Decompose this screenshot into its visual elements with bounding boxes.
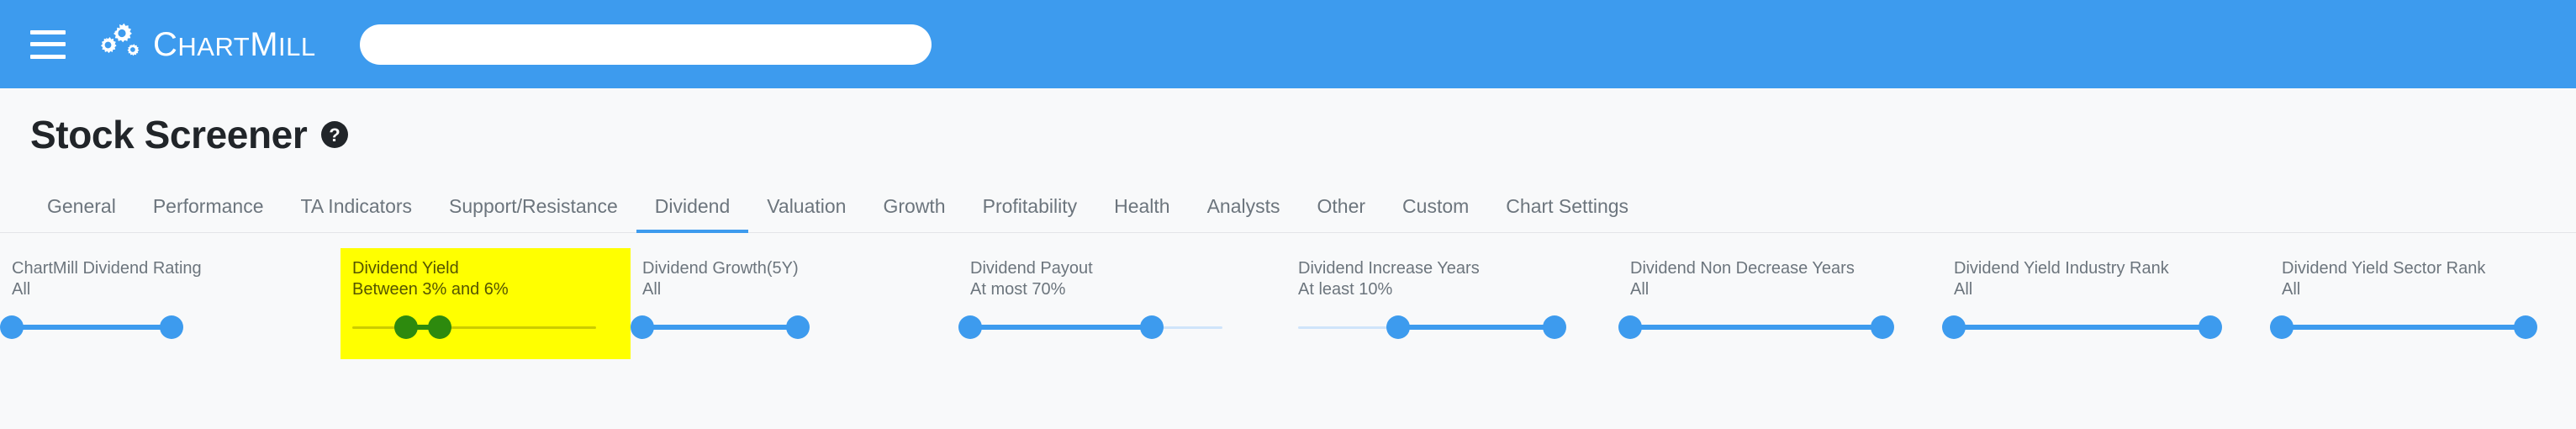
filter-value: All: [2282, 279, 2536, 300]
filter-value: At most 70%: [970, 279, 1275, 300]
slider-selected-range: [12, 325, 172, 330]
search-input[interactable]: [360, 24, 932, 65]
slider-track[interactable]: [352, 326, 596, 329]
slider-handle-max[interactable]: [1871, 315, 1894, 339]
slider-handle-max[interactable]: [160, 315, 183, 339]
slider-handle-max[interactable]: [1140, 315, 1164, 339]
slider-handle-max[interactable]: [1543, 315, 1566, 339]
tab-valuation[interactable]: Valuation: [748, 197, 864, 233]
slider-selected-range: [2282, 325, 2526, 330]
tab-growth[interactable]: Growth: [864, 197, 963, 233]
filter-slider-row: ChartMill Dividend RatingAllDividend Yie…: [0, 233, 2576, 359]
slider-selected-range: [970, 325, 1152, 330]
brand-name: CHARTMILL: [153, 28, 316, 61]
filter-dividend-yield-industry-rank[interactable]: Dividend Yield Industry RankAll: [1942, 248, 2270, 359]
slider-handle-min[interactable]: [0, 315, 24, 339]
slider-handle-min[interactable]: [1618, 315, 1642, 339]
hamburger-bar: [30, 55, 66, 59]
filter-dividend-payout[interactable]: Dividend PayoutAt most 70%: [958, 248, 1286, 359]
slider-selected-range: [1954, 325, 2210, 330]
slider-handle-max[interactable]: [786, 315, 810, 339]
range-slider-dividend-yield-industry-rank[interactable]: [1954, 310, 2210, 344]
slider-selected-range: [642, 325, 798, 330]
brand-c: C: [153, 26, 177, 63]
filter-dividend-non-decrease-years[interactable]: Dividend Non Decrease YearsAll: [1618, 248, 1942, 359]
filter-value: All: [1954, 279, 2258, 300]
range-slider-dividend-non-decrease-years[interactable]: [1630, 310, 1882, 344]
tab-dividend[interactable]: Dividend: [636, 197, 749, 233]
filter-value: Between 3% and 6%: [352, 279, 619, 300]
svg-text:?: ?: [330, 124, 340, 146]
slider-handle-min[interactable]: [1386, 315, 1410, 339]
gears-icon: [94, 21, 148, 68]
filter-chartmill-dividend-rating[interactable]: ChartMill Dividend RatingAll: [0, 248, 340, 359]
filter-value: At least 10%: [1298, 279, 1607, 300]
range-slider-dividend-increase-years[interactable]: [1298, 310, 1555, 344]
tab-ta-indicators[interactable]: TA Indicators: [282, 197, 431, 233]
tab-other[interactable]: Other: [1299, 197, 1385, 233]
app-header: CHARTMILL: [0, 0, 2576, 88]
slider-handle-min[interactable]: [1942, 315, 1966, 339]
page-title: Stock Screener: [30, 115, 307, 154]
filter-label: Dividend Yield Sector Rank: [2282, 258, 2536, 279]
filter-label: Dividend Increase Years: [1298, 258, 1607, 279]
brand-ill: ILL: [278, 32, 316, 61]
slider-handle-max[interactable]: [2199, 315, 2222, 339]
tab-custom[interactable]: Custom: [1384, 197, 1487, 233]
slider-handle-max[interactable]: [2514, 315, 2537, 339]
filter-label: Dividend Non Decrease Years: [1630, 258, 1930, 279]
range-slider-dividend-payout[interactable]: [970, 310, 1222, 344]
hamburger-bar: [30, 42, 66, 46]
tab-health[interactable]: Health: [1095, 197, 1188, 233]
filter-label: Dividend Growth(5Y): [642, 258, 947, 279]
slider-handle-min[interactable]: [631, 315, 654, 339]
page-title-row: Stock Screener ?: [0, 88, 2576, 154]
brand-m: M: [250, 26, 278, 63]
filter-label: Dividend Yield: [352, 258, 619, 279]
tab-chart-settings[interactable]: Chart Settings: [1487, 197, 1647, 233]
filter-label: Dividend Yield Industry Rank: [1954, 258, 2258, 279]
filter-value: All: [12, 279, 329, 300]
filter-dividend-yield[interactable]: Dividend YieldBetween 3% and 6%: [340, 248, 631, 359]
filter-value: All: [1630, 279, 1930, 300]
range-slider-dividend-growth-5y[interactable]: [642, 310, 798, 344]
slider-handle-min[interactable]: [2270, 315, 2294, 339]
tab-support-resistance[interactable]: Support/Resistance: [430, 197, 636, 233]
brand-hart: HART: [177, 32, 250, 61]
slider-selected-range: [1398, 325, 1555, 330]
filter-label: Dividend Payout: [970, 258, 1275, 279]
filter-dividend-yield-sector-rank[interactable]: Dividend Yield Sector RankAll: [2270, 248, 2547, 359]
brand-logo[interactable]: CHARTMILL: [94, 21, 316, 68]
question-mark-help-icon[interactable]: ?: [320, 120, 349, 149]
filter-dividend-increase-years[interactable]: Dividend Increase YearsAt least 10%: [1286, 248, 1618, 359]
filter-dividend-growth-5y[interactable]: Dividend Growth(5Y)All: [631, 248, 958, 359]
filter-value: All: [642, 279, 947, 300]
slider-selected-range: [1630, 325, 1882, 330]
tab-analysts[interactable]: Analysts: [1189, 197, 1299, 233]
slider-handle-max[interactable]: [428, 315, 451, 339]
hamburger-bar: [30, 30, 66, 34]
range-slider-chartmill-dividend-rating[interactable]: [12, 310, 172, 344]
hamburger-menu-icon[interactable]: [30, 30, 66, 59]
slider-handle-min[interactable]: [394, 315, 418, 339]
slider-handle-min[interactable]: [958, 315, 982, 339]
tab-general[interactable]: General: [29, 197, 135, 233]
range-slider-dividend-yield-sector-rank[interactable]: [2282, 310, 2526, 344]
filter-category-tabs: GeneralPerformanceTA IndicatorsSupport/R…: [0, 181, 2576, 233]
tab-profitability[interactable]: Profitability: [964, 197, 1095, 233]
tab-performance[interactable]: Performance: [135, 197, 282, 233]
range-slider-dividend-yield[interactable]: [352, 310, 596, 344]
filter-label: ChartMill Dividend Rating: [12, 258, 329, 279]
